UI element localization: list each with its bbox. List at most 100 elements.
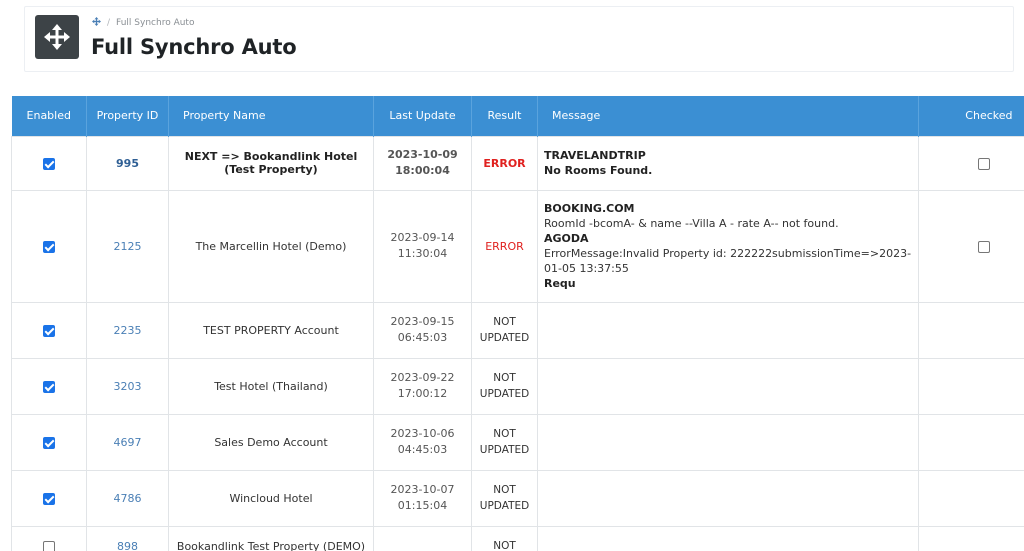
table-row[interactable]: 995 NEXT => Bookandlink Hotel (Test Prope…	[11, 135, 1024, 191]
last-update-cell: 2023-09-22 17:00:12	[373, 357, 472, 415]
result-status: NOT UPDATED	[479, 372, 530, 400]
checked-cell	[918, 469, 1024, 527]
property-name-cell: TEST PROPERTY Account	[168, 301, 374, 359]
result-status: ERROR	[485, 239, 524, 253]
column-header-message[interactable]: Message	[537, 96, 919, 136]
result-status: ERROR	[483, 156, 526, 170]
property-name-cell: Wincloud Hotel	[168, 469, 374, 527]
enabled-cell	[11, 301, 87, 359]
message-cell	[537, 301, 919, 359]
message-line: AGODA	[544, 232, 589, 245]
enabled-cell	[11, 413, 87, 471]
checked-checkbox[interactable]	[978, 157, 990, 170]
property-id-link[interactable]: 4786	[114, 492, 142, 505]
message-line: Requ	[544, 277, 576, 290]
message-line: No Rooms Found.	[544, 164, 653, 177]
enabled-cell	[11, 357, 87, 415]
checked-cell	[918, 413, 1024, 471]
enabled-checkbox[interactable]	[43, 436, 55, 449]
enabled-checkbox[interactable]	[43, 492, 55, 505]
result-status: NOT UPDATED	[479, 484, 530, 512]
property-name-cell: Sales Demo Account	[168, 413, 374, 471]
message-line: BOOKING.COM	[544, 202, 635, 215]
message-line: ErrorMessage:Invalid Property id: 222222…	[544, 247, 912, 275]
table-row[interactable]: 4786 Wincloud Hotel 2023-10-07 01:15:04 NOT …	[11, 469, 1024, 527]
property-id-cell: 4697	[86, 413, 169, 471]
result-status: NOT UPDATED	[479, 316, 530, 344]
table-row[interactable]: 898 Bookandlink Test Property (DEMO) NOT	[11, 525, 1024, 551]
enabled-checkbox[interactable]	[43, 324, 55, 337]
table-row[interactable]: 2235 TEST PROPERTY Account 2023-09-15 06:45…	[11, 301, 1024, 359]
table-header-row: Enabled Property ID Property Name Last U…	[11, 96, 1024, 136]
enabled-checkbox[interactable]	[43, 540, 55, 551]
message-line: TRAVELANDTRIP	[544, 149, 646, 162]
property-id-cell: 3203	[86, 357, 169, 415]
checked-cell	[918, 357, 1024, 415]
message-cell: TRAVELANDTRIP No Rooms Found.	[537, 135, 919, 191]
message-line: RoomId -bcomA- & name --Villa A - rate A…	[544, 217, 839, 230]
last-update-date: 2023-09-22	[390, 371, 455, 384]
breadcrumb-current: Full Synchro Auto	[116, 18, 195, 28]
last-update-date: 2023-10-07	[390, 483, 455, 496]
message-cell	[537, 525, 919, 551]
last-update-cell: 2023-09-15 06:45:03	[373, 301, 472, 359]
column-header-property-name[interactable]: Property Name	[168, 96, 374, 136]
last-update-time: 06:45:03	[397, 331, 448, 344]
property-id-link[interactable]: 995	[116, 157, 139, 170]
property-name: Sales Demo Account	[214, 435, 328, 449]
last-update-cell: 2023-09-14 11:30:04	[373, 189, 472, 303]
column-header-result[interactable]: Result	[471, 96, 538, 136]
property-id-link[interactable]: 2235	[114, 324, 142, 337]
last-update-date: 2023-10-06	[390, 427, 455, 440]
enabled-checkbox[interactable]	[43, 240, 55, 253]
breadcrumb-move-icon[interactable]	[92, 17, 101, 29]
column-header-last-update[interactable]: Last Update	[373, 96, 472, 136]
property-id-link[interactable]: 3203	[114, 380, 142, 393]
last-update-cell: 2023-10-07 01:15:04	[373, 469, 472, 527]
last-update-time: 01:15:04	[397, 499, 448, 512]
page-header: / Full Synchro Auto Full Synchro Auto	[24, 6, 1014, 72]
last-update-time: 11:30:04	[397, 247, 448, 260]
table-row[interactable]: 2125 The Marcellin Hotel (Demo) 2023-09-14…	[11, 189, 1024, 303]
property-name-cell: Test Hotel (Thailand)	[168, 357, 374, 415]
message-cell	[537, 413, 919, 471]
column-header-enabled[interactable]: Enabled	[11, 96, 87, 136]
enabled-checkbox[interactable]	[43, 380, 55, 393]
result-cell: NOT UPDATED	[471, 469, 538, 527]
last-update-cell	[373, 525, 472, 551]
message-cell	[537, 469, 919, 527]
checked-cell	[918, 525, 1024, 551]
result-cell: ERROR	[471, 135, 538, 191]
breadcrumb-separator: /	[107, 18, 111, 28]
synchro-table: Enabled Property ID Property Name Last U…	[11, 96, 1024, 551]
checked-checkbox[interactable]	[978, 240, 990, 253]
enabled-cell	[11, 135, 87, 191]
property-id-link[interactable]: 898	[117, 540, 138, 551]
table-row[interactable]: 3203 Test Hotel (Thailand) 2023-09-22 17:00…	[11, 357, 1024, 415]
column-header-checked[interactable]: Checked	[918, 96, 1024, 136]
move-arrows-icon	[35, 15, 79, 59]
column-header-property-id[interactable]: Property ID	[86, 96, 169, 136]
property-name: Wincloud Hotel	[229, 491, 313, 505]
result-cell: NOT UPDATED	[471, 413, 538, 471]
table-row[interactable]: 4697 Sales Demo Account 2023-10-06 04:45:03…	[11, 413, 1024, 471]
property-id-link[interactable]: 2125	[114, 240, 142, 253]
property-name: The Marcellin Hotel (Demo)	[195, 239, 347, 253]
property-name-cell: The Marcellin Hotel (Demo)	[168, 189, 374, 303]
property-name: Test Hotel (Thailand)	[214, 379, 328, 393]
checked-cell	[918, 135, 1024, 191]
property-name-cell: Bookandlink Test Property (DEMO)	[168, 525, 374, 551]
enabled-cell	[11, 189, 87, 303]
last-update-cell: 2023-10-09 18:00:04	[373, 135, 472, 191]
property-id-link[interactable]: 4697	[114, 436, 142, 449]
result-cell: ERROR	[471, 189, 538, 303]
enabled-checkbox[interactable]	[43, 157, 55, 170]
property-id-cell: 2125	[86, 189, 169, 303]
property-id-cell: 995	[86, 135, 169, 191]
result-cell: NOT	[471, 525, 538, 551]
checked-cell	[918, 301, 1024, 359]
enabled-cell	[11, 525, 87, 551]
result-status: NOT UPDATED	[479, 428, 530, 456]
property-id-cell: 898	[86, 525, 169, 551]
breadcrumb: / Full Synchro Auto	[92, 17, 194, 29]
